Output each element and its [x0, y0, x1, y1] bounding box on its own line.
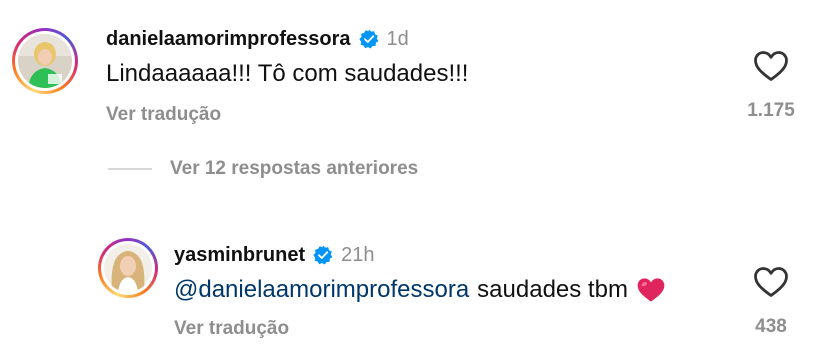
heart-outline-icon[interactable] — [753, 50, 789, 82]
replies-divider-line — [108, 168, 152, 170]
view-previous-replies-label: Ver 12 respostas anteriores — [170, 158, 419, 179]
see-translation-link[interactable]: Ver tradução — [174, 318, 289, 340]
avatar-photo — [104, 244, 152, 292]
comment-username[interactable]: danielaamorimprofessora — [106, 28, 351, 51]
mention-link[interactable]: @danielaamorimprofessora — [174, 276, 469, 304]
see-translation-link[interactable]: Ver tradução — [106, 104, 221, 126]
red-heart-emoji — [636, 276, 666, 304]
comment-timestamp: 21h — [341, 243, 375, 266]
comment-timestamp: 1d — [386, 27, 409, 50]
view-previous-replies-button[interactable]: Ver 12 respostas anteriores — [108, 158, 418, 180]
like-count: 1.175 — [747, 100, 795, 121]
verified-badge-icon — [358, 29, 378, 49]
comment-text: Lindaaaaaa!!! Tô com saudades!!! — [106, 60, 469, 87]
like-count: 438 — [755, 316, 787, 337]
avatar-photo — [18, 34, 72, 88]
avatar[interactable] — [98, 238, 158, 298]
avatar[interactable] — [12, 28, 78, 94]
heart-outline-icon[interactable] — [753, 266, 789, 298]
comment-username[interactable]: yasminbrunet — [174, 244, 305, 267]
verified-badge-icon — [313, 245, 333, 265]
comment-text: saudades tbm — [477, 276, 628, 303]
